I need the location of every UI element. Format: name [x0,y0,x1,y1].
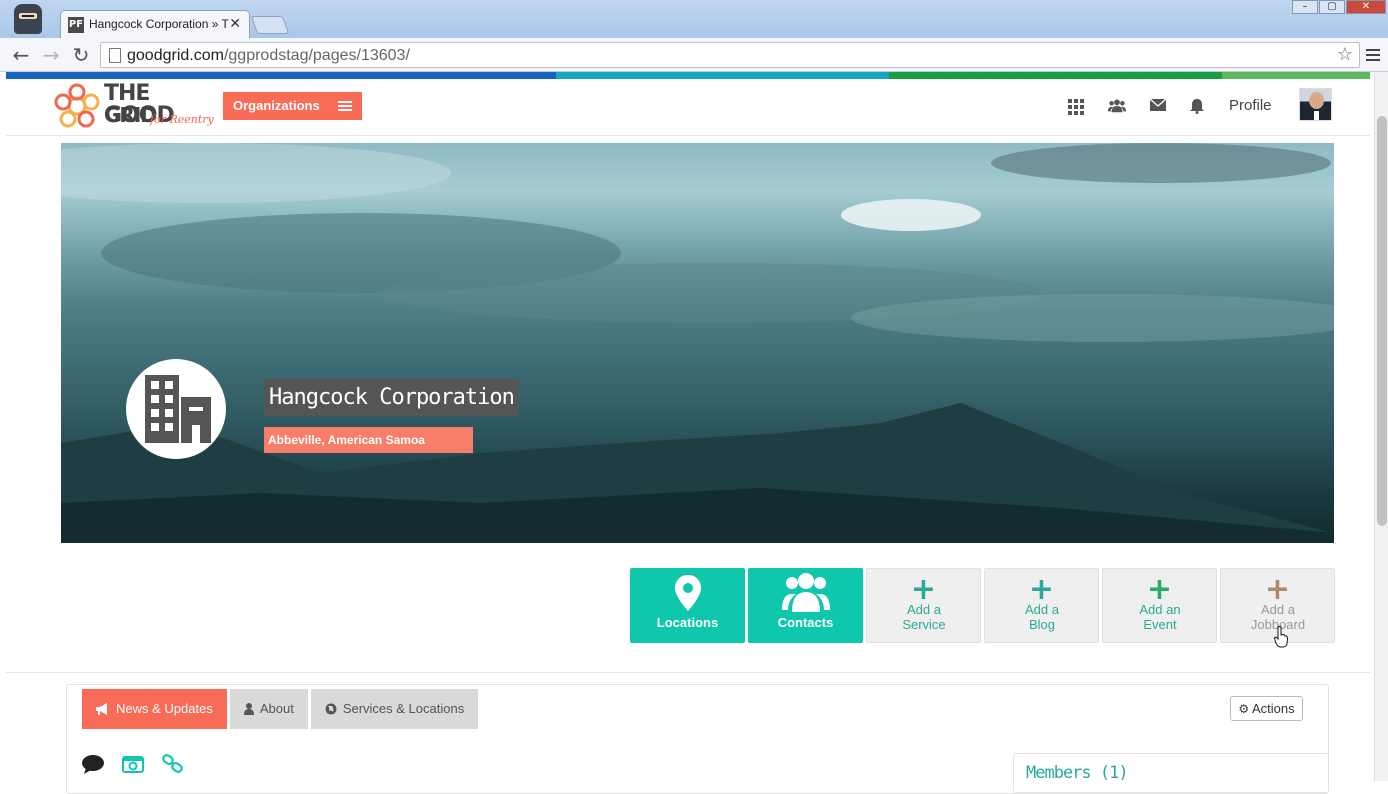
add-blog-button[interactable]: + Add a Blog [984,568,1099,643]
add-service-label: Add a Service [902,602,946,632]
map-pin-icon [674,575,701,611]
post-type-icons [82,754,184,774]
brand-color-bar [6,72,1370,79]
globe-icon [325,703,337,715]
browser-tabstrip: PF Hangcock Corporation » T ✕ – ▢ ✕ [0,0,1388,39]
tab-about[interactable]: About [229,689,308,729]
add-blog-label: Add a Blog [1025,602,1059,632]
actions-button-label: Actions [1252,701,1295,716]
locations-label: Locations [656,615,719,630]
color-bar-segment [889,72,1222,79]
organizations-button-label: Organizations [233,98,320,113]
building-icon [145,375,211,443]
cover-mountains [61,403,1334,543]
browser-menu-icon[interactable] [1366,46,1380,64]
section-divider [6,672,1370,673]
site-header: THE GOOD GRID for Reentry Organizations … [6,79,1370,136]
plus-icon: + [1028,572,1055,607]
bell-icon[interactable] [1190,97,1204,115]
megaphone-icon [96,703,107,715]
organization-avatar [126,359,226,459]
plus-icon: + [910,572,937,607]
close-window-icon[interactable]: ✕ [1346,0,1386,14]
organization-location: Abbeville, American Samoa [264,427,473,453]
plus-icon: + [1146,572,1173,607]
tab-close-icon[interactable]: ✕ [229,15,241,32]
tab-services-locations-label: Services & Locations [342,701,465,716]
browser-profile-icon[interactable] [14,4,42,34]
members-panel: Members (1) [1013,753,1329,793]
users-icon [781,573,830,612]
organizations-menu-button[interactable]: Organizations [223,92,362,120]
logo-text: GRID [104,103,157,127]
tab-about-label: About [259,701,294,716]
photo-icon[interactable] [122,754,144,774]
tab-news-updates-label: News & Updates [116,701,213,716]
logo-tagline: for Reentry [150,113,214,126]
add-event-label: Add an Event [1139,602,1181,632]
mail-icon[interactable] [1150,99,1166,111]
page-scrollbar[interactable] [1374,72,1388,781]
user-icon [243,703,254,715]
locations-button[interactable]: Locations [630,568,745,643]
action-tiles: Locations Contacts + Add a Service + Add… [630,568,1335,643]
comment-icon[interactable] [82,754,104,774]
members-title[interactable]: Members (1) [1026,763,1129,783]
contacts-button[interactable]: Contacts [748,568,863,643]
plus-icon: + [1264,572,1291,607]
back-arrow-icon[interactable]: ← [10,44,32,66]
url-input[interactable]: goodgrid.com/ggprodstag/pages/13603/ ☆ [100,42,1360,68]
new-tab-button[interactable] [250,16,290,34]
hamburger-icon [338,101,352,113]
tab-title: Hangcock Corporation » T [89,17,229,31]
add-service-button[interactable]: + Add a Service [866,568,981,643]
site-logo[interactable]: THE GOOD GRID for Reentry [54,81,214,131]
actions-button[interactable]: ⚙ Actions [1230,696,1303,721]
apps-grid-icon[interactable] [1068,97,1086,115]
color-bar-segment [6,72,556,79]
hand-cursor-icon [1274,626,1288,648]
bookmark-star-icon[interactable]: ☆ [1337,44,1353,65]
tab-favicon-icon: PF [68,17,84,33]
address-bar-row: ← → ↻ goodgrid.com/ggprodstag/pages/1360… [0,38,1388,72]
gears-icon: ⚙ [1238,702,1250,716]
logo-flower-icon [54,83,100,128]
maximize-icon[interactable]: ▢ [1319,0,1345,14]
add-event-button[interactable]: + Add an Event [1102,568,1217,643]
scrollbar-thumb[interactable] [1377,116,1387,526]
organization-name: Hangcock Corporation [264,379,519,416]
contacts-label: Contacts [777,615,834,630]
forward-arrow-icon[interactable]: → [40,44,62,66]
color-bar-segment [556,72,889,79]
tab-services-locations[interactable]: Services & Locations [310,689,479,729]
profile-link[interactable]: Profile [1229,97,1272,114]
cover-clouds [61,143,1334,342]
reload-icon[interactable]: ↻ [70,44,92,66]
cover-photo: Hangcock Corporation Abbeville, American… [61,143,1334,543]
page-icon [109,48,121,63]
avatar[interactable] [1299,88,1332,121]
minimize-icon[interactable]: – [1292,0,1318,14]
color-bar-segment [1222,72,1370,79]
tab-news-updates[interactable]: News & Updates [82,689,227,729]
users-icon[interactable] [1108,97,1126,115]
page-tabs: News & Updates About Services & Location… [82,689,479,729]
link-icon[interactable] [162,754,184,774]
browser-tab[interactable]: PF Hangcock Corporation » T ✕ [60,10,250,39]
url-text: goodgrid.com/ggprodstag/pages/13603/ [127,47,410,64]
